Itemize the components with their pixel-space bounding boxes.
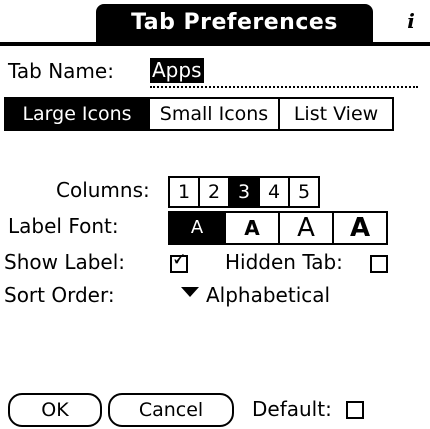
tab-preferences-dialog: Tab Preferences i Tab Name: Apps Large I…	[0, 0, 430, 429]
font-option-bold[interactable]: A	[224, 213, 278, 243]
hidden-tab-checkbox[interactable]	[370, 255, 388, 273]
view-list-view[interactable]: List View	[278, 99, 392, 129]
chevron-down-icon[interactable]	[181, 287, 199, 297]
view-mode-selector: Large Icons Small Icons List View	[4, 97, 394, 131]
show-label-checkbox[interactable]: 🗸	[170, 249, 188, 273]
sort-order-value[interactable]: Alphabetical	[206, 282, 330, 308]
cancel-button[interactable]: Cancel	[108, 393, 234, 427]
label-font-selector: A A A A	[168, 211, 388, 245]
columns-label: Columns:	[56, 178, 150, 202]
tab-name-value[interactable]: Apps	[150, 58, 204, 83]
columns-option-5[interactable]: 5	[288, 176, 320, 208]
view-large-icons[interactable]: Large Icons	[6, 99, 148, 129]
columns-selector: 1 2 3 4 5	[168, 176, 320, 208]
font-option-standard[interactable]: A	[170, 213, 224, 243]
view-small-icons[interactable]: Small Icons	[148, 99, 278, 129]
show-label-label: Show Label:	[4, 250, 126, 274]
hidden-tab-label: Hidden Tab:	[225, 250, 343, 274]
columns-option-4[interactable]: 4	[258, 176, 290, 208]
font-option-large-bold[interactable]: A	[332, 213, 386, 243]
title-divider	[0, 42, 430, 46]
tab-name-label: Tab Name:	[8, 59, 114, 83]
sort-order-label: Sort Order:	[4, 283, 115, 307]
label-font-label: Label Font:	[8, 214, 119, 238]
default-label: Default:	[252, 397, 332, 421]
checkmark-icon: 🗸	[172, 249, 185, 270]
ok-button[interactable]: OK	[8, 393, 102, 427]
title-bar: Tab Preferences i	[0, 0, 430, 46]
tab-name-field[interactable]: Apps	[150, 58, 418, 88]
info-icon[interactable]: i	[399, 9, 423, 33]
dialog-title: Tab Preferences	[131, 10, 338, 35]
columns-option-1[interactable]: 1	[168, 176, 200, 208]
columns-option-2[interactable]: 2	[198, 176, 230, 208]
default-checkbox[interactable]	[346, 401, 364, 419]
columns-option-3[interactable]: 3	[228, 176, 260, 208]
font-option-large[interactable]: A	[278, 213, 332, 243]
